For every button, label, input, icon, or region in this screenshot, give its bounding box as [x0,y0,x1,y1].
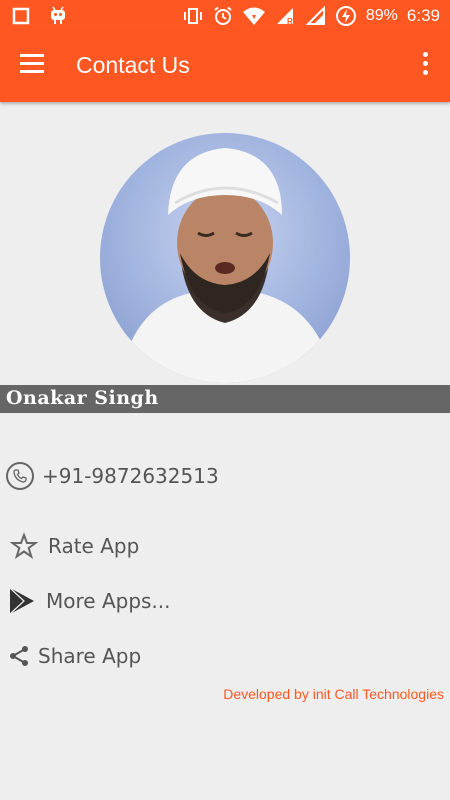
share-app-button[interactable]: Share App [8,644,141,668]
app-bar: Contact Us [0,32,450,102]
page-title: Contact Us [76,52,190,78]
share-app-label: Share App [38,644,142,668]
alarm-icon [214,6,232,25]
phone-row[interactable]: +91-9872632513 [6,462,219,490]
phone-number: +91-9872632513 [42,464,219,488]
android-debug-icon [51,6,65,24]
contact-name: Onakar Singh [6,387,159,409]
phone-icon [6,462,34,490]
name-banner: Onakar Singh [0,385,450,413]
profile-photo [100,133,350,383]
star-icon [10,532,38,559]
status-bar: R 89% 6:39 [0,0,450,32]
hamburger-menu-icon[interactable] [20,54,50,80]
play-store-icon [9,587,34,615]
vibrate-icon [183,8,202,24]
svg-text:R: R [287,17,293,26]
cell-signal-icon [305,6,325,25]
share-icon [10,646,28,666]
more-apps-label: More Apps... [46,589,171,613]
rate-app-button[interactable]: Rate App [10,532,139,560]
wifi-icon [242,7,265,25]
cell-signal-roaming-icon: R [276,8,293,26]
clock: 6:39 [406,6,440,25]
battery-percent: 89% [365,7,398,24]
overflow-menu-icon[interactable] [420,52,430,82]
square-notification-icon [12,7,30,25]
status-system: R 89% 6:39 [182,5,440,27]
person-portrait-image [120,148,335,383]
status-notifications [12,6,68,26]
rate-app-label: Rate App [48,534,140,558]
developer-credit: Developed by init Call Technologies [223,686,444,702]
more-apps-button[interactable]: More Apps... [8,586,171,616]
battery-charging-icon [335,6,356,26]
